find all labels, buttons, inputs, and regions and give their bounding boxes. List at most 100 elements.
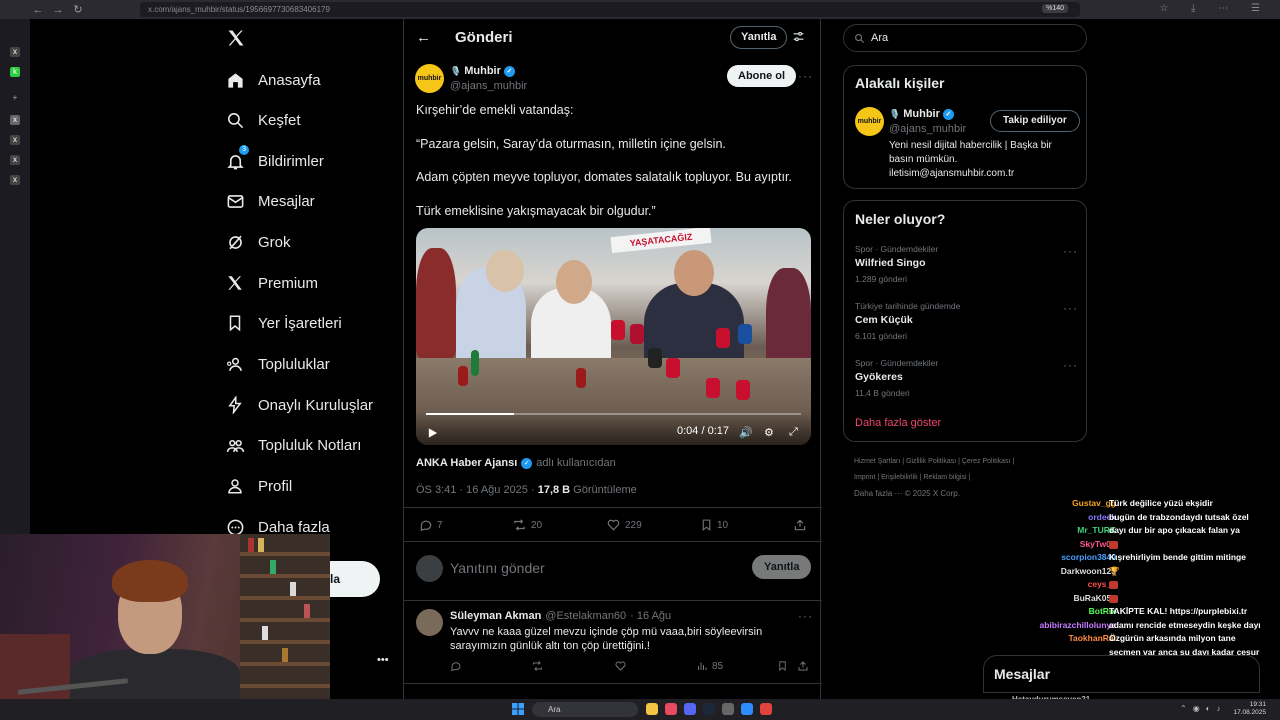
comment-repost-action[interactable] [531, 660, 544, 672]
comment-like-action[interactable] [614, 660, 627, 672]
tab-kick-icon[interactable]: k [10, 67, 20, 77]
nav-grok[interactable]: Grok [225, 229, 291, 255]
comment-share-action[interactable] [797, 660, 809, 672]
comment-views-action[interactable]: 85 [696, 660, 723, 672]
my-avatar[interactable] [416, 555, 443, 582]
nav-verified-orgs[interactable]: Onaylı Kuruluşlar [225, 392, 373, 418]
search-input[interactable]: Ara [843, 24, 1087, 52]
steam-icon[interactable] [703, 703, 715, 715]
reply-submit-button[interactable]: Yanıtla [752, 555, 812, 579]
share-action[interactable] [793, 518, 807, 532]
commenter-handle[interactable]: @Estelakman60 [545, 610, 626, 622]
nav-profile[interactable]: Profil [225, 473, 292, 499]
nav-explore[interactable]: Keşfet [225, 107, 301, 133]
nav-notifications[interactable]: 3 Bildirimler [225, 145, 324, 174]
repost-action[interactable]: 20 [512, 518, 542, 532]
messages-drawer[interactable]: Mesajlar [983, 655, 1260, 693]
tab-x-icon-4[interactable]: x [10, 175, 20, 185]
author-name[interactable]: 🎙️ Muhbir ✓ [450, 65, 515, 77]
commenter-name[interactable]: Süleyman Akman [450, 610, 541, 622]
nav-community-notes[interactable]: Topluluk Notları [225, 432, 361, 458]
tea-glass [458, 366, 468, 386]
related-handle[interactable]: @ajans_muhbir [889, 123, 966, 135]
video-progress-bar[interactable] [426, 413, 801, 415]
x-premium-icon [225, 273, 245, 293]
reply-top-button[interactable]: Yanıtla [730, 26, 788, 49]
new-tab-plus-icon[interactable]: + [10, 93, 20, 103]
firefox-icon[interactable] [665, 703, 677, 715]
back-arrow-icon[interactable]: ← [416, 29, 431, 46]
comment-reply-action[interactable] [450, 660, 462, 672]
tab-x-active-icon[interactable]: x [10, 115, 20, 125]
taskbar-search[interactable]: Ara [532, 702, 638, 717]
nav-premium[interactable]: Premium [225, 270, 318, 296]
trend-name[interactable]: Cem Küçük [855, 314, 913, 326]
video-player[interactable]: YAŞATACAĞIZ 0:04 / 0:17 🔊 ⚙ ⤢ [416, 228, 811, 445]
chat-username[interactable]: Darkwoon123 [1061, 566, 1116, 576]
nav-communities[interactable]: Topluluklar [225, 351, 330, 377]
repost-count: 20 [531, 519, 543, 531]
tab-x-icon-2[interactable]: x [10, 135, 20, 145]
volume-icon[interactable]: 🔊 [739, 426, 753, 439]
browser-toolbar: ← → ↻ x.com/ajans_muhbir/status/19566977… [0, 0, 1280, 19]
app-icon-2[interactable] [760, 703, 772, 715]
discord-icon[interactable] [684, 703, 696, 715]
back-nav-icon[interactable]: ← [28, 4, 48, 16]
obs-icon[interactable] [722, 703, 734, 715]
reload-icon[interactable]: ↻ [68, 3, 88, 16]
reply-action[interactable]: 7 [419, 518, 443, 532]
trend-more-icon[interactable]: ··· [1063, 301, 1078, 315]
footer-links-row[interactable]: Hizmet Şartları | Gizlilik Politikası | … [854, 458, 1014, 465]
trend-more-icon[interactable]: ··· [1063, 358, 1078, 372]
video-settings-gear-icon[interactable]: ⚙ [764, 426, 774, 439]
windows-start-icon[interactable] [512, 703, 524, 715]
post-meta: ÖS 3:41 · 16 Ağu 2025 · 17,8 B Görüntüle… [416, 484, 637, 496]
account-menu-dots-icon[interactable]: ••• [377, 654, 389, 666]
video-source[interactable]: ANKA Haber Ajansı ✓ adlı kullanıcıdan [416, 457, 616, 469]
footer-links-row[interactable]: Imprint | Erişilebilirlik | Reklam bilgi… [854, 474, 970, 481]
address-bar[interactable]: x.com/ajans_muhbir/status/19566977306834… [140, 2, 1080, 17]
settings-sliders-icon[interactable] [792, 30, 805, 43]
file-explorer-icon[interactable] [646, 703, 658, 715]
post-more-icon[interactable]: ··· [798, 69, 813, 83]
home-icon [225, 70, 245, 90]
trend-name[interactable]: Gyökeres [855, 371, 903, 383]
show-more-link[interactable]: Daha fazla göster [855, 417, 941, 429]
comment-date[interactable]: · 16 Ağu [630, 610, 671, 622]
subscribe-button[interactable]: Abone ol [727, 65, 797, 87]
related-avatar[interactable]: muhbir [855, 107, 884, 136]
following-button[interactable]: Takip ediliyor [990, 110, 1080, 132]
divider [404, 683, 822, 684]
taskbar-clock[interactable]: 19:31 17.08.2025 [1233, 701, 1266, 717]
app-icon[interactable] [741, 703, 753, 715]
author-avatar[interactable]: muhbir [415, 64, 444, 93]
comment-bookmark-action[interactable] [777, 660, 788, 672]
like-action[interactable]: 229 [606, 518, 642, 532]
comment-more-icon[interactable]: ··· [798, 609, 813, 623]
x-logo-icon[interactable] [226, 28, 246, 48]
browser-menu-icons[interactable]: ☆ ⤓ ⋯ ☰ [1159, 3, 1270, 14]
reply-input[interactable]: Yanıtını gönder [450, 560, 545, 576]
nav-messages[interactable]: Mesajlar [225, 188, 315, 214]
author-handle[interactable]: @ajans_muhbir [450, 80, 527, 92]
footer-links-row[interactable]: Daha fazla ··· © 2025 X Corp. [854, 489, 960, 498]
chat-username[interactable]: abibirazchillolunya [1039, 620, 1116, 630]
post-button[interactable]: la [330, 561, 380, 597]
trend-more-icon[interactable]: ··· [1063, 244, 1078, 258]
post-timestamp[interactable]: ÖS 3:41 · 16 Ağu 2025 · [416, 484, 538, 496]
system-tray-icons[interactable]: ⌃◉◐♪ [1180, 704, 1227, 713]
tab-x-icon[interactable]: x [10, 47, 20, 57]
forward-nav-icon[interactable]: → [48, 4, 68, 16]
bookmark-action[interactable]: 10 [700, 518, 728, 532]
play-icon[interactable] [427, 427, 438, 439]
trend-name[interactable]: Wilfried Singo [855, 257, 926, 269]
tab-x-icon-3[interactable]: x [10, 155, 20, 165]
related-name[interactable]: 🎙️ Muhbir ✓ [889, 108, 954, 120]
nav-bookmarks[interactable]: Yer İşaretleri [225, 310, 342, 336]
commenter-avatar[interactable] [416, 609, 443, 636]
chat-message: scorpion3840 Kışrehirliyim bende gittim m… [1012, 552, 1280, 566]
nav-home[interactable]: Anasayfa [225, 67, 321, 93]
zoom-badge[interactable]: %140 [1042, 4, 1068, 13]
chat-username[interactable]: scorpion3840 [1061, 552, 1116, 562]
fullscreen-icon[interactable]: ⤢ [789, 426, 798, 439]
